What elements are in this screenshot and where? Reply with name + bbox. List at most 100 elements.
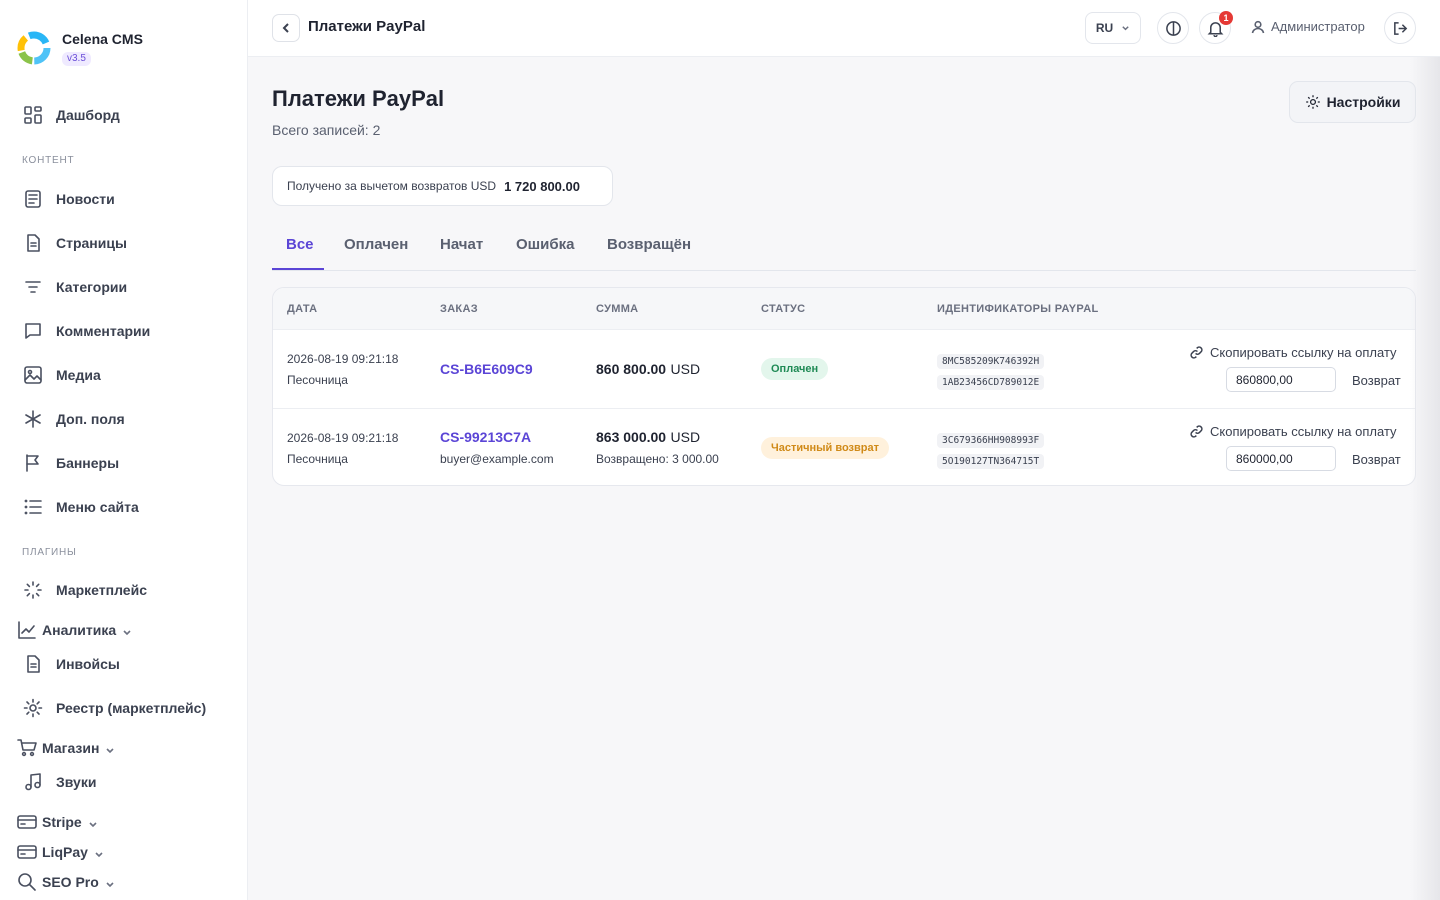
user-menu[interactable]: Администратор <box>1251 19 1365 34</box>
paypal-id: 1AB23456CD789012E <box>937 375 1045 390</box>
row-environment: Песочница <box>287 452 348 466</box>
page-icon <box>22 232 44 254</box>
row-amount: 863 000.00 USD <box>596 429 700 447</box>
sidebar-item-media[interactable]: Медиа <box>22 363 101 387</box>
sidebar-item-shop[interactable]: Магазин <box>16 736 115 760</box>
paypal-id-capture: 5O190127TN364715T <box>937 451 1045 469</box>
contrast-icon <box>1165 20 1181 36</box>
sidebar-item-label: SEO Pro <box>42 874 99 890</box>
tab-error[interactable]: Ошибка <box>516 236 575 253</box>
sidebar-item-pages[interactable]: Страницы <box>22 231 127 255</box>
refunded-amount: Возвращено: 3 000.00 <box>596 452 719 466</box>
language-value: RU <box>1095 21 1114 35</box>
music-icon <box>22 771 44 793</box>
sidebar-item-site-menu[interactable]: Меню сайта <box>22 495 139 519</box>
sidebar-item-label: Страницы <box>56 235 127 251</box>
logout-button[interactable] <box>1384 12 1416 44</box>
theme-toggle-button[interactable] <box>1157 12 1189 44</box>
amount-currency: USD <box>670 429 701 445</box>
row-status: Частичный возврат <box>761 437 890 459</box>
refund-button[interactable]: Возврат <box>1352 373 1401 388</box>
link-icon <box>1190 425 1203 438</box>
settings-button[interactable]: Настройки <box>1289 81 1416 123</box>
buyer-email: buyer@example.com <box>440 452 554 466</box>
tab-paid[interactable]: Оплачен <box>344 236 408 253</box>
payments-table: ДАТА ЗАКАЗ СУММА СТАТУС ИДЕНТИФИКАТОРЫ P… <box>272 287 1416 486</box>
sidebar-item-stripe[interactable]: Stripe <box>16 810 98 834</box>
sidebar-item-label: Меню сайта <box>56 499 139 515</box>
table-header: ДАТА ЗАКАЗ СУММА СТАТУС ИДЕНТИФИКАТОРЫ P… <box>273 288 1415 330</box>
sidebar-item-label: Доп. поля <box>56 411 125 427</box>
comment-icon <box>22 320 44 342</box>
language-select[interactable]: RU <box>1085 12 1141 44</box>
brand[interactable]: Celena CMS v3.5 <box>16 30 143 66</box>
sidebar-item-extra-fields[interactable]: Доп. поля <box>22 407 125 431</box>
sidebar-item-news[interactable]: Новости <box>22 187 115 211</box>
copy-payment-link-button[interactable]: Скопировать ссылку на оплату <box>1190 345 1397 360</box>
chevron-left-icon <box>282 23 289 33</box>
sidebar-item-label: Инвойсы <box>56 656 120 672</box>
sidebar-item-label: Новости <box>56 191 115 207</box>
brand-name: Celena CMS <box>62 31 143 47</box>
sidebar-item-liqpay[interactable]: LiqPay <box>16 840 104 864</box>
cart-icon <box>16 737 38 759</box>
refund-amount-input[interactable] <box>1226 446 1336 471</box>
section-label-plugins: ПЛАГИНЫ <box>22 547 77 558</box>
logout-icon <box>1393 21 1407 35</box>
chevron-down-icon <box>88 817 98 828</box>
news-icon <box>22 188 44 210</box>
sidebar-item-sounds[interactable]: Звуки <box>22 770 96 794</box>
table-row: 2026-08-19 09:21:18 Песочница CS-B6E609C… <box>273 330 1415 408</box>
asterisk-icon <box>22 408 44 430</box>
sidebar-item-seo-pro[interactable]: SEO Pro <box>16 870 115 894</box>
paypal-id: 3C679366HH908993F <box>937 433 1045 448</box>
amount-currency: USD <box>670 361 701 377</box>
brand-version: v3.5 <box>62 52 91 66</box>
sidebar-item-categories[interactable]: Категории <box>22 275 127 299</box>
sidebar-item-label: Звуки <box>56 774 97 790</box>
status-badge: Оплачен <box>761 358 829 380</box>
copy-payment-link-button[interactable]: Скопировать ссылку на оплату <box>1190 424 1397 439</box>
sidebar-item-comments[interactable]: Комментарии <box>22 319 150 343</box>
tab-refunded[interactable]: Возвращён <box>607 236 691 253</box>
sidebar-item-banners[interactable]: Баннеры <box>22 451 119 475</box>
sidebar-item-analytics[interactable]: Аналитика <box>16 618 132 642</box>
section-label-content: КОНТЕНТ <box>22 155 75 166</box>
order-link[interactable]: CS-99213C7A <box>440 429 531 445</box>
notifications-button[interactable]: 1 <box>1199 11 1233 44</box>
sidebar-item-marketplace[interactable]: Маркетплейс <box>22 578 147 602</box>
chevron-down-icon <box>105 743 115 754</box>
paypal-id-order: 3C679366HH908993F <box>937 430 1045 448</box>
notification-badge: 1 <box>1219 11 1233 25</box>
tab-all[interactable]: Все <box>286 236 314 253</box>
column-header-amount: СУММА <box>596 303 639 315</box>
order-link[interactable]: CS-B6E609C9 <box>440 361 533 377</box>
sidebar-item-label: Маркетплейс <box>56 582 147 598</box>
sidebar-item-label: Категории <box>56 279 128 295</box>
topbar-title: Платежи PayPal <box>308 18 426 35</box>
credit-card-icon <box>16 811 38 833</box>
sidebar-item-label: LiqPay <box>42 844 88 860</box>
back-button[interactable] <box>272 14 300 42</box>
tab-started[interactable]: Начат <box>440 236 483 253</box>
sidebar-item-dashboard[interactable]: Дашборд <box>22 103 120 127</box>
row-date: 2026-08-19 09:21:18 <box>287 352 399 366</box>
page-edge-shadow <box>1410 57 1440 900</box>
list-icon <box>22 496 44 518</box>
paypal-id-capture: 1AB23456CD789012E <box>937 372 1045 390</box>
column-header-paypal-ids: ИДЕНТИФИКАТОРЫ PAYPAL <box>937 303 1099 315</box>
paypal-id: 5O190127TN364715T <box>937 454 1045 469</box>
paypal-id-order: 8MC585209K746392H <box>937 351 1045 369</box>
image-icon <box>22 364 44 386</box>
copy-link-label: Скопировать ссылку на оплату <box>1210 345 1397 360</box>
column-header-date: ДАТА <box>287 303 318 315</box>
paypal-id: 8MC585209K746392H <box>937 354 1045 369</box>
sidebar-item-registry[interactable]: Реестр (маркетплейс) <box>22 696 206 720</box>
sidebar-item-label: Комментарии <box>56 323 151 339</box>
sidebar-item-invoices[interactable]: Инвойсы <box>22 652 120 676</box>
refund-amount-input[interactable] <box>1226 367 1336 392</box>
refund-button[interactable]: Возврат <box>1352 452 1401 467</box>
column-header-order: ЗАКАЗ <box>440 303 478 315</box>
row-environment: Песочница <box>287 373 348 387</box>
flag-icon <box>22 452 44 474</box>
